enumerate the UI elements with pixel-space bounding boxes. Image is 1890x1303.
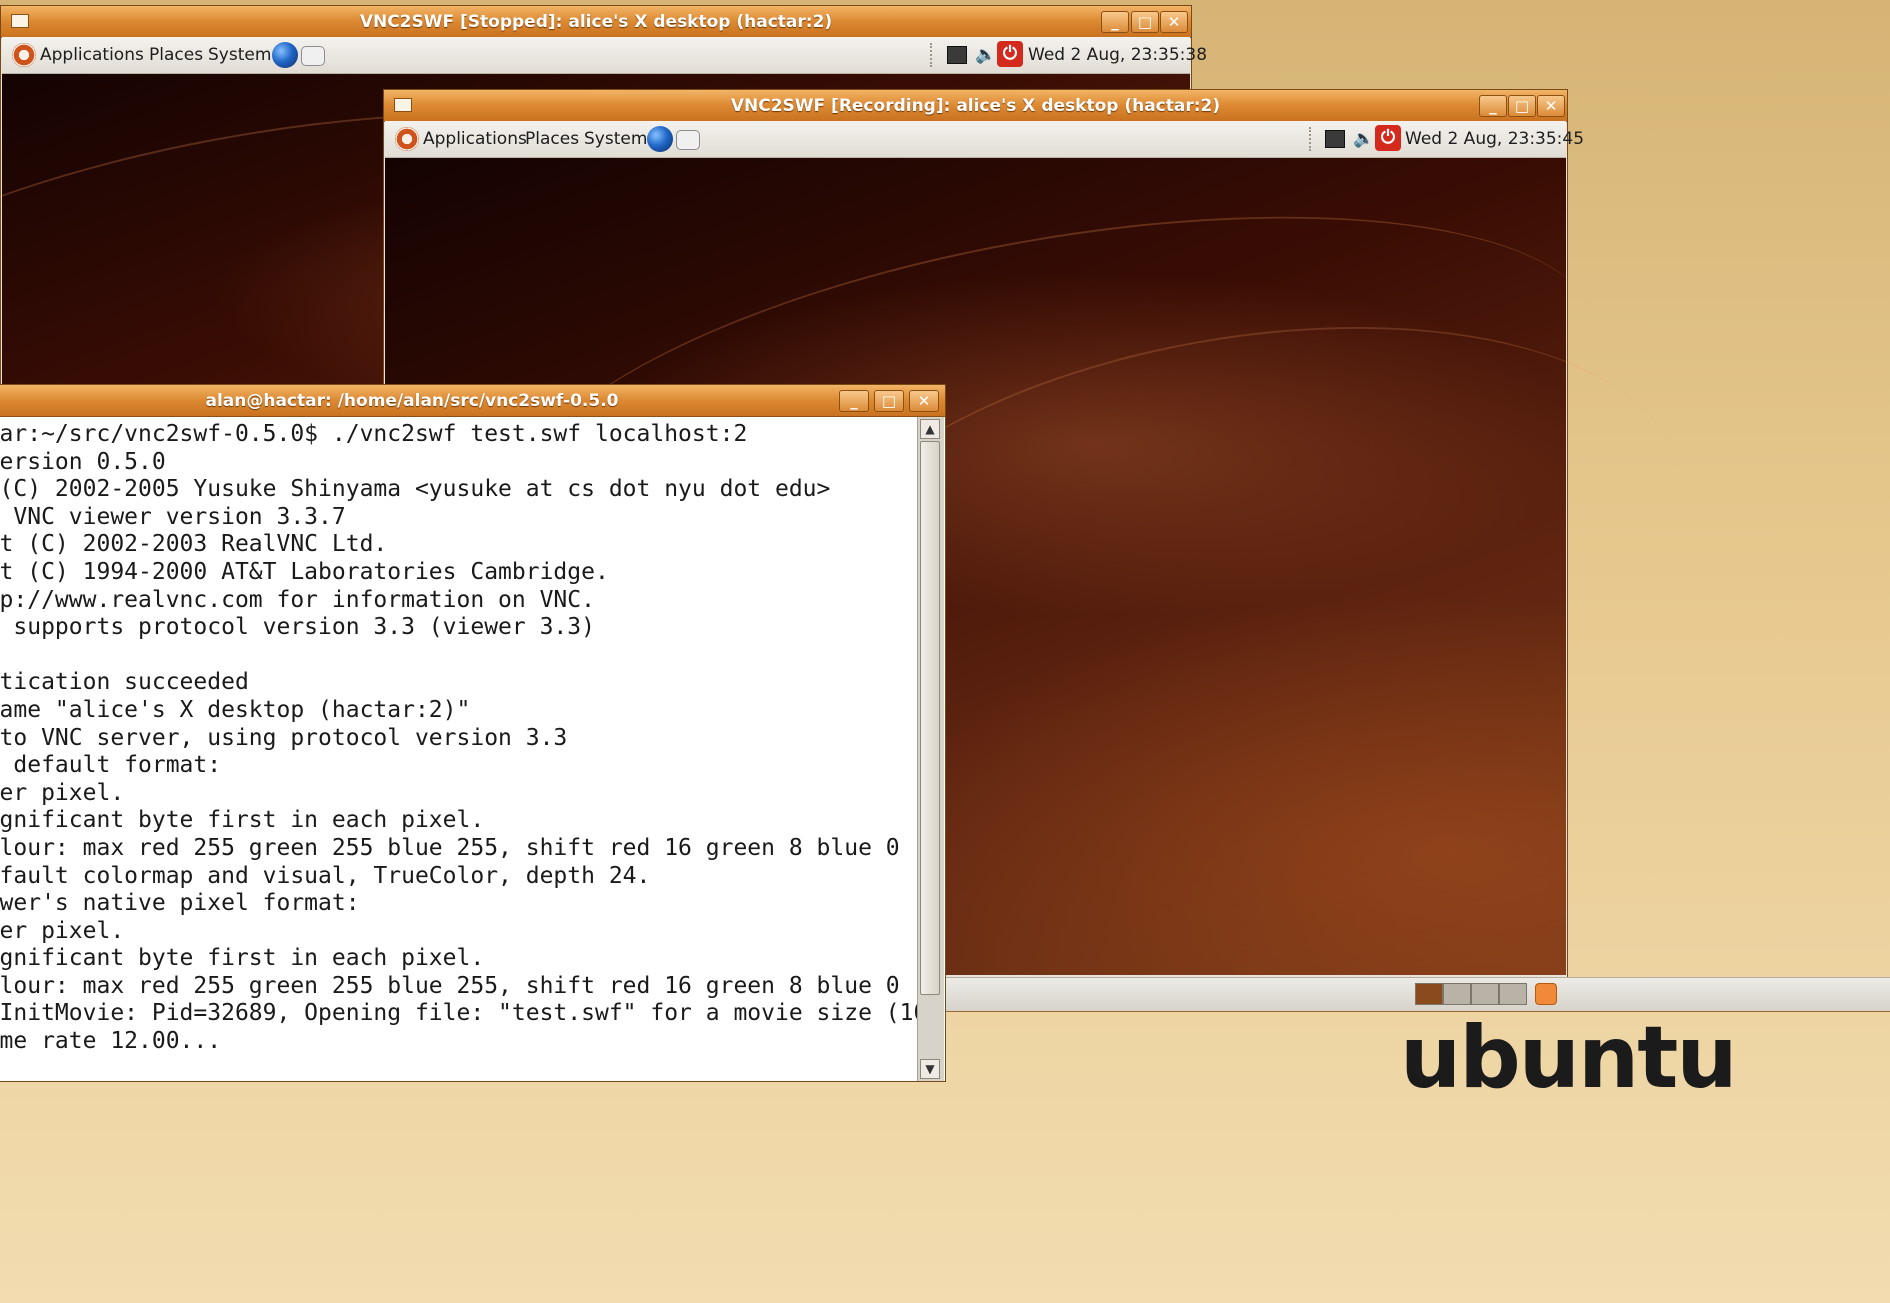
volume-icon[interactable]: 🔈 bbox=[1353, 129, 1374, 149]
terminal-line: colour: max red 255 green 255 blue 255, … bbox=[0, 972, 900, 999]
terminal-line: ight (C) 1994-2000 AT&T Laboratories Cam… bbox=[0, 558, 609, 585]
panel-clock[interactable]: Wed 2 Aug, 23:35:38 bbox=[1028, 45, 1207, 65]
power-icon[interactable]: ⏻ bbox=[997, 41, 1023, 67]
terminal-line: hentication succeeded bbox=[0, 669, 249, 696]
workspace-2[interactable] bbox=[1443, 983, 1471, 1005]
terminal-line: ht (C) 2002-2005 Yusuke Shinyama <yusuke… bbox=[0, 476, 831, 503]
terminal-line: f version 0.5.0 bbox=[0, 448, 166, 475]
network-monitor-icon[interactable] bbox=[1325, 130, 1345, 148]
places-menu[interactable]: Places bbox=[525, 129, 579, 149]
system-menu[interactable]: System bbox=[584, 129, 647, 149]
title-bar[interactable]: alan@hactar: /home/alan/src/vnc2swf-0.5.… bbox=[0, 385, 945, 417]
terminal-line: ight (C) 2002-2003 RealVNC Ltd. bbox=[0, 531, 388, 558]
power-icon[interactable]: ⏻ bbox=[1375, 125, 1401, 151]
terminal-output[interactable]: actar:~/src/vnc2swf-0.5.0$ ./vnc2swf tes… bbox=[0, 417, 917, 1081]
web-browser-icon[interactable] bbox=[647, 126, 673, 152]
minimize-button[interactable]: _ bbox=[1479, 95, 1507, 117]
terminal-line: s per pixel. bbox=[0, 917, 125, 944]
email-icon[interactable] bbox=[676, 130, 700, 150]
terminal-lines: actar:~/src/vnc2swf-0.5.0$ ./vnc2swf tes… bbox=[0, 421, 917, 1056]
terminal-line: p name "alice's X desktop (hactar:2)" bbox=[0, 696, 471, 723]
terminal-line: frame rate 12.00... bbox=[0, 1028, 222, 1055]
bottom-panel bbox=[945, 977, 1890, 1012]
minimize-button[interactable]: _ bbox=[1101, 11, 1129, 33]
terminal-line: ver supports protocol version 3.3 (viewe… bbox=[0, 614, 595, 641]
window-title: VNC2SWF [Stopped]: alice's X desktop (ha… bbox=[359, 12, 833, 32]
workspace-1[interactable] bbox=[1415, 983, 1443, 1005]
terminal-line: t: InitMovie: Pid=32689, Opening file: "… bbox=[0, 1000, 917, 1027]
volume-icon[interactable]: 🔈 bbox=[975, 45, 996, 65]
workspace-3[interactable] bbox=[1471, 983, 1499, 1005]
scrollbar-thumb[interactable] bbox=[920, 441, 940, 995]
ubuntu-logo-icon[interactable] bbox=[395, 127, 419, 151]
scroll-up-arrow-icon[interactable]: ▲ bbox=[920, 419, 940, 439]
panel-clock[interactable]: Wed 2 Aug, 23:35:45 bbox=[1405, 129, 1584, 149]
places-menu[interactable]: Places bbox=[149, 45, 203, 65]
panel-separator bbox=[930, 43, 935, 67]
system-menu[interactable]: System bbox=[208, 45, 271, 65]
panel-separator bbox=[1309, 127, 1314, 151]
email-icon[interactable] bbox=[301, 46, 325, 66]
terminal-line: actar:~/src/vnc2swf-0.5.0$ ./vnc2swf tes… bbox=[0, 421, 748, 447]
workspace-4[interactable] bbox=[1499, 983, 1527, 1005]
scrollbar[interactable]: ▲ ▼ bbox=[917, 417, 944, 1081]
close-button[interactable]: ✕ bbox=[1160, 11, 1188, 33]
terminal-window[interactable]: alan@hactar: /home/alan/src/vnc2swf-0.5.… bbox=[0, 384, 946, 1082]
close-button[interactable]: ✕ bbox=[909, 390, 939, 412]
web-browser-icon[interactable] bbox=[272, 42, 298, 68]
terminal-line: viewer's native pixel format: bbox=[0, 890, 360, 917]
window-title: VNC2SWF [Recording]: alice's X desktop (… bbox=[730, 96, 1221, 116]
terminal-line: significant byte first in each pixel. bbox=[0, 807, 485, 834]
title-bar[interactable]: VNC2SWF [Recording]: alice's X desktop (… bbox=[384, 90, 1567, 122]
terminal-line: ed to VNC server, using protocol version… bbox=[0, 724, 568, 751]
terminal-line: http://www.realvnc.com for information o… bbox=[0, 586, 595, 613]
applications-menu[interactable]: Applications bbox=[423, 129, 527, 149]
terminal-line: ver default format: bbox=[13, 752, 222, 779]
maximize-button[interactable]: □ bbox=[1508, 95, 1536, 117]
ubuntu-wordmark: ubuntu bbox=[1400, 1008, 1738, 1108]
terminal-line: colour: max red 255 green 255 blue 255, … bbox=[0, 834, 900, 861]
close-button[interactable]: ✕ bbox=[1537, 95, 1565, 117]
terminal-line: lon VNC viewer version 3.3.7 bbox=[13, 503, 346, 530]
window-title: alan@hactar: /home/alan/src/vnc2swf-0.5.… bbox=[205, 391, 619, 411]
gnome-top-panel: Applications Places System 🔈 ⏻ Wed 2 Aug… bbox=[385, 121, 1584, 158]
minimize-button[interactable]: _ bbox=[839, 390, 869, 412]
scroll-down-arrow-icon[interactable]: ▼ bbox=[920, 1059, 940, 1079]
maximize-button[interactable]: □ bbox=[874, 390, 904, 412]
trash-icon[interactable] bbox=[1535, 983, 1557, 1005]
ubuntu-logo-icon[interactable] bbox=[12, 43, 36, 67]
title-bar[interactable]: VNC2SWF [Stopped]: alice's X desktop (ha… bbox=[1, 6, 1191, 38]
maximize-button[interactable]: □ bbox=[1131, 11, 1159, 33]
terminal-line: significant byte first in each pixel. bbox=[0, 945, 485, 972]
terminal-line: default colormap and visual, TrueColor, … bbox=[0, 862, 651, 889]
applications-menu[interactable]: Applications bbox=[40, 45, 144, 65]
terminal-line: s per pixel. bbox=[0, 779, 125, 806]
gnome-top-panel: Applications Places System 🔈 ⏻ Wed 2 Aug… bbox=[2, 37, 1207, 74]
network-monitor-icon[interactable] bbox=[947, 46, 967, 64]
